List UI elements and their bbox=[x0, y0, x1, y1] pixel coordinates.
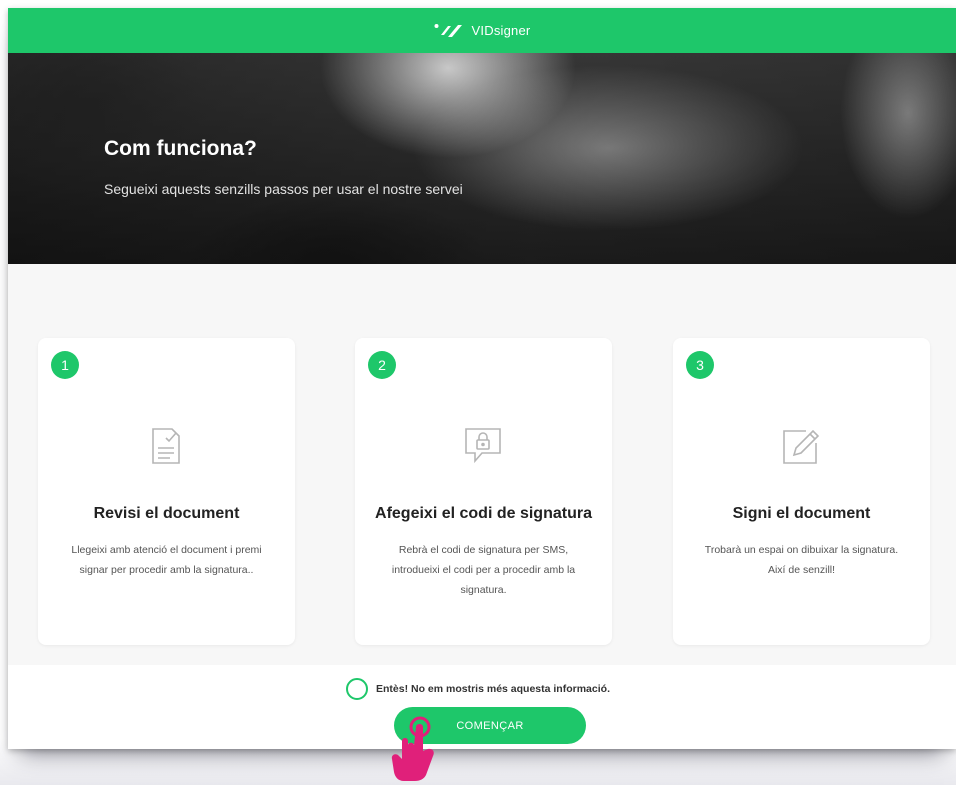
step-card-1: 1 Revisi el document Llegeixi amb atenci… bbox=[38, 338, 295, 645]
hand-pointer-icon bbox=[391, 716, 434, 781]
document-check-icon bbox=[141, 421, 191, 471]
step-description: Rebrà el codi de signatura per SMS, intr… bbox=[391, 544, 576, 596]
hero-banner: Com funciona? Segueixi aquests senzills … bbox=[8, 53, 956, 264]
step-card-3: 3 Signi el document Trobarà un espai on … bbox=[673, 338, 930, 645]
step-title: Afegeixi el codi de signatura bbox=[375, 505, 592, 522]
step-title: Revisi el document bbox=[93, 505, 240, 522]
step-number-badge: 1 bbox=[51, 351, 79, 379]
brand-name: VIDsigner bbox=[471, 23, 531, 38]
hero-subtitle: Segueixi aquests senzills passos per usa… bbox=[104, 181, 463, 197]
vidsigner-logo-icon bbox=[434, 23, 462, 37]
step-description: Trobarà un espai on dibuixar la signatur… bbox=[704, 544, 899, 576]
step-description: Llegeixi amb atenció el document i premi… bbox=[71, 544, 262, 576]
dont-show-again-option[interactable]: Entès! No em mostris més aquesta informa… bbox=[346, 678, 610, 700]
message-lock-icon bbox=[458, 421, 508, 471]
footer-bar: Entès! No em mostris més aquesta informa… bbox=[8, 665, 956, 749]
step-card-2: 2 Afegeixi el codi de signatura Rebrà el… bbox=[355, 338, 612, 645]
onboarding-window: VIDsigner Com funciona? Segueixi aquests… bbox=[8, 8, 956, 749]
edit-signature-icon bbox=[776, 421, 826, 471]
dont-show-again-checkbox[interactable] bbox=[346, 678, 368, 700]
step-number-badge: 3 bbox=[686, 351, 714, 379]
hero-title: Com funciona? bbox=[104, 137, 257, 160]
step-title: Signi el document bbox=[732, 505, 871, 522]
brand: VIDsigner bbox=[434, 23, 531, 39]
top-bar: VIDsigner bbox=[8, 8, 956, 53]
dont-show-again-label[interactable]: Entès! No em mostris més aquesta informa… bbox=[376, 683, 610, 695]
step-number-badge: 2 bbox=[368, 351, 396, 379]
